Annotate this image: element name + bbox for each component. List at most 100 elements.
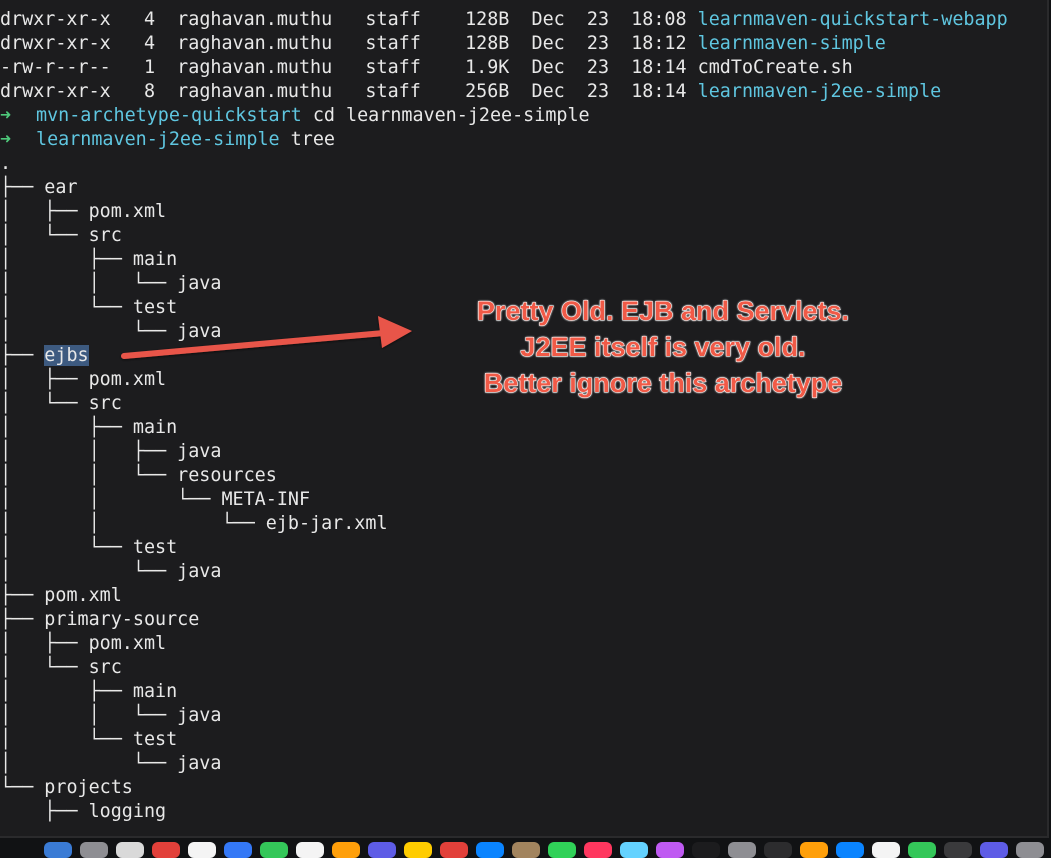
listing-day: 23 xyxy=(575,9,610,30)
tree-node[interactable]: src xyxy=(89,225,122,246)
tree-node-selected[interactable]: ejbs xyxy=(44,345,89,366)
tree-node[interactable]: logging xyxy=(89,801,167,822)
dock-bar xyxy=(0,838,1051,858)
tree-branch: │ │ └── xyxy=(0,489,222,510)
dock-app-icon[interactable] xyxy=(872,842,900,858)
dock-app-icon[interactable] xyxy=(296,842,324,858)
tree-branch: │ │ └── xyxy=(0,273,178,294)
dock-app-icon[interactable] xyxy=(620,842,648,858)
tree-branch: │ └── xyxy=(0,393,89,414)
listing-row: drwxr-xr-x 4 raghavan.muthu staff 128B D… xyxy=(0,8,1047,32)
dock-app-icon[interactable] xyxy=(584,842,612,858)
tree-branch: │ ├── xyxy=(0,633,89,654)
listing-row: -rw-r--r-- 1 raghavan.muthu staff 1.9K D… xyxy=(0,56,1047,80)
dock-app-icon[interactable] xyxy=(368,842,396,858)
tree-branch: │ │ └── xyxy=(0,465,178,486)
tree-output: . ├── ear │ ├── pom.xml │ └── src │ ├── main… xyxy=(0,152,1047,824)
dock-app-icon[interactable] xyxy=(476,842,504,858)
dock-app-icon[interactable] xyxy=(980,842,1008,858)
tree-branch: ├── xyxy=(0,609,45,630)
tree-node[interactable]: java xyxy=(177,753,221,774)
tree-branch: │ ├── xyxy=(0,417,133,438)
dock-app-icon[interactable] xyxy=(440,842,468,858)
listing-group: staff xyxy=(343,9,421,30)
tree-branch: │ ├── xyxy=(0,369,89,390)
tree-node[interactable]: pom.xml xyxy=(89,633,167,654)
tree-line: │ │ ├── java xyxy=(0,440,1047,464)
tree-node[interactable]: test xyxy=(133,537,177,558)
tree-node[interactable]: java xyxy=(177,441,221,462)
tree-node[interactable]: projects xyxy=(44,777,133,798)
listing-name[interactable]: cmdToCreate.sh xyxy=(698,57,853,78)
dock-app-icon[interactable] xyxy=(548,842,576,858)
terminal-output[interactable]: drwxr-xr-x 4 raghavan.muthu staff 128B D… xyxy=(0,8,1047,824)
tree-branch: ├── xyxy=(0,801,89,822)
tree-node[interactable]: ear xyxy=(44,177,77,198)
dock-app-icon[interactable] xyxy=(260,842,288,858)
listing-day: 23 xyxy=(575,81,610,102)
listing-month: Dec xyxy=(520,9,565,30)
tree-node[interactable]: test xyxy=(133,297,177,318)
tree-node[interactable]: test xyxy=(133,729,177,750)
tree-line: . xyxy=(0,152,1047,176)
listing-month: Dec xyxy=(520,33,565,54)
tree-branch: │ │ ├── xyxy=(0,441,178,462)
tree-node[interactable]: pom.xml xyxy=(89,201,167,222)
dock-app-icon[interactable] xyxy=(728,842,756,858)
tree-node[interactable]: resources xyxy=(177,465,277,486)
listing-links: 1 xyxy=(121,57,156,78)
tree-node[interactable]: java xyxy=(177,273,221,294)
tree-line: │ ├── main xyxy=(0,680,1047,704)
tree-node[interactable]: java xyxy=(177,561,221,582)
tree-line: │ ├── pom.xml xyxy=(0,632,1047,656)
dock-app-icon[interactable] xyxy=(332,842,360,858)
tree-branch: ├── xyxy=(0,177,45,198)
tree-node[interactable]: main xyxy=(133,249,177,270)
tree-node[interactable]: java xyxy=(177,705,221,726)
prompt-line-cd: ➜ mvn-archetype-quickstart cd learnmaven-… xyxy=(0,104,1047,128)
tree-node[interactable]: main xyxy=(133,681,177,702)
dock-app-icon[interactable] xyxy=(80,842,108,858)
dock-app-icon[interactable] xyxy=(656,842,684,858)
dock-app-icon[interactable] xyxy=(836,842,864,858)
dock-app-icon[interactable] xyxy=(404,842,432,858)
dock-app-icon[interactable] xyxy=(764,842,792,858)
dock-app-icon[interactable] xyxy=(692,842,720,858)
dock-app-icon[interactable] xyxy=(944,842,972,858)
tree-node[interactable]: . xyxy=(0,153,11,174)
listing-perms: drwxr-xr-x xyxy=(0,33,111,54)
terminal-window[interactable]: drwxr-xr-x 4 raghavan.muthu staff 128B D… xyxy=(0,0,1049,838)
tree-node[interactable]: pom.xml xyxy=(89,369,167,390)
dock-app-icon[interactable] xyxy=(152,842,180,858)
prompt-command: cd learnmaven-j2ee-simple xyxy=(312,105,590,126)
dock-app-icon[interactable] xyxy=(800,842,828,858)
listing-name[interactable]: learnmaven-j2ee-simple xyxy=(698,81,942,102)
listing-name[interactable]: learnmaven-quickstart-webapp xyxy=(698,9,1008,30)
tree-node[interactable]: META-INF xyxy=(221,489,310,510)
tree-node[interactable]: java xyxy=(177,321,221,342)
listing-links: 8 xyxy=(121,81,156,102)
tree-line: │ └── src xyxy=(0,224,1047,248)
dock-app-icon[interactable] xyxy=(188,842,216,858)
tree-node[interactable]: pom.xml xyxy=(44,585,122,606)
tree-node[interactable]: src xyxy=(89,657,122,678)
tree-branch: │ └── xyxy=(0,657,89,678)
listing-row: drwxr-xr-x 4 raghavan.muthu staff 128B D… xyxy=(0,32,1047,56)
listing-links: 4 xyxy=(121,33,156,54)
dock-app-icon[interactable] xyxy=(224,842,252,858)
tree-branch: │ └── xyxy=(0,729,133,750)
tree-node[interactable]: src xyxy=(89,393,122,414)
listing-group: staff xyxy=(343,81,421,102)
tree-line: ├── pom.xml xyxy=(0,584,1047,608)
tree-node[interactable]: primary-source xyxy=(44,609,199,630)
tree-node[interactable]: ejb-jar.xml xyxy=(266,513,388,534)
dock-app-icon[interactable] xyxy=(44,842,72,858)
tree-node[interactable]: main xyxy=(133,417,177,438)
dock-app-icon[interactable] xyxy=(116,842,144,858)
listing-time: 18:12 xyxy=(620,33,687,54)
dock-app-icon[interactable] xyxy=(1016,842,1044,858)
dock-app-icon[interactable] xyxy=(908,842,936,858)
dock-app-icon[interactable] xyxy=(512,842,540,858)
listing-name[interactable]: learnmaven-simple xyxy=(698,33,886,54)
prompt-arrow-icon: ➜ xyxy=(0,105,12,126)
